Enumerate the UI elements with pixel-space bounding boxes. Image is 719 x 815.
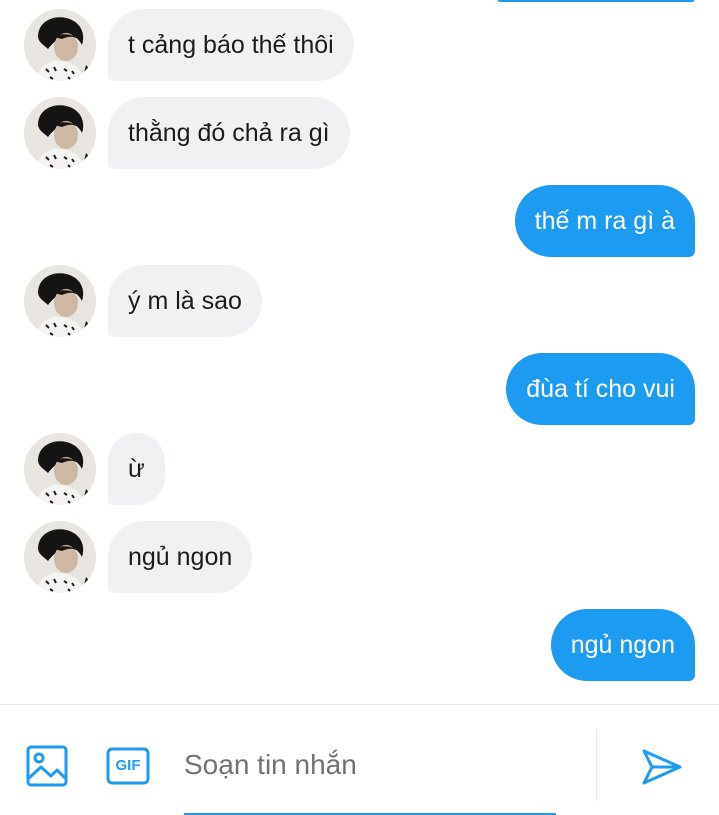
gif-icon[interactable]: GIF [106,747,150,785]
avatar-photo [24,433,96,505]
avatar[interactable] [24,265,96,337]
avatar[interactable] [24,521,96,593]
incoming-message-bubble[interactable]: thằng đó chả ra gì [108,97,350,169]
send-icon[interactable] [640,745,684,789]
avatar-photo [24,9,96,81]
composer-divider [596,729,597,801]
incoming-message-bubble[interactable]: ngủ ngon [108,521,253,593]
message-input-wrapper [184,735,556,815]
outgoing-message-bubble[interactable]: ngủ ngon [550,609,695,681]
previous-outgoing-bubble-edge [498,0,694,2]
image-icon[interactable] [26,745,68,787]
outgoing-message-bubble[interactable]: đùa tí cho vui [506,353,695,425]
avatar[interactable] [24,97,96,169]
avatar-photo [24,265,96,337]
incoming-message-bubble[interactable]: t cảng báo thế thôi [108,9,354,81]
outgoing-message-bubble[interactable]: thế m ra gì à [514,185,695,257]
avatar-photo [24,521,96,593]
dm-conversation-screen: t cảng báo thế thôi thằng đó chả ra gì t… [0,0,719,815]
incoming-message-bubble[interactable]: ý m là sao [108,265,262,337]
gif-label: GIF [115,757,141,774]
incoming-message-bubble[interactable]: ừ [108,433,165,505]
message-input[interactable] [184,735,556,795]
avatar[interactable] [24,433,96,505]
avatar[interactable] [24,9,96,81]
message-composer: GIF [0,704,719,815]
avatar-photo [24,97,96,169]
